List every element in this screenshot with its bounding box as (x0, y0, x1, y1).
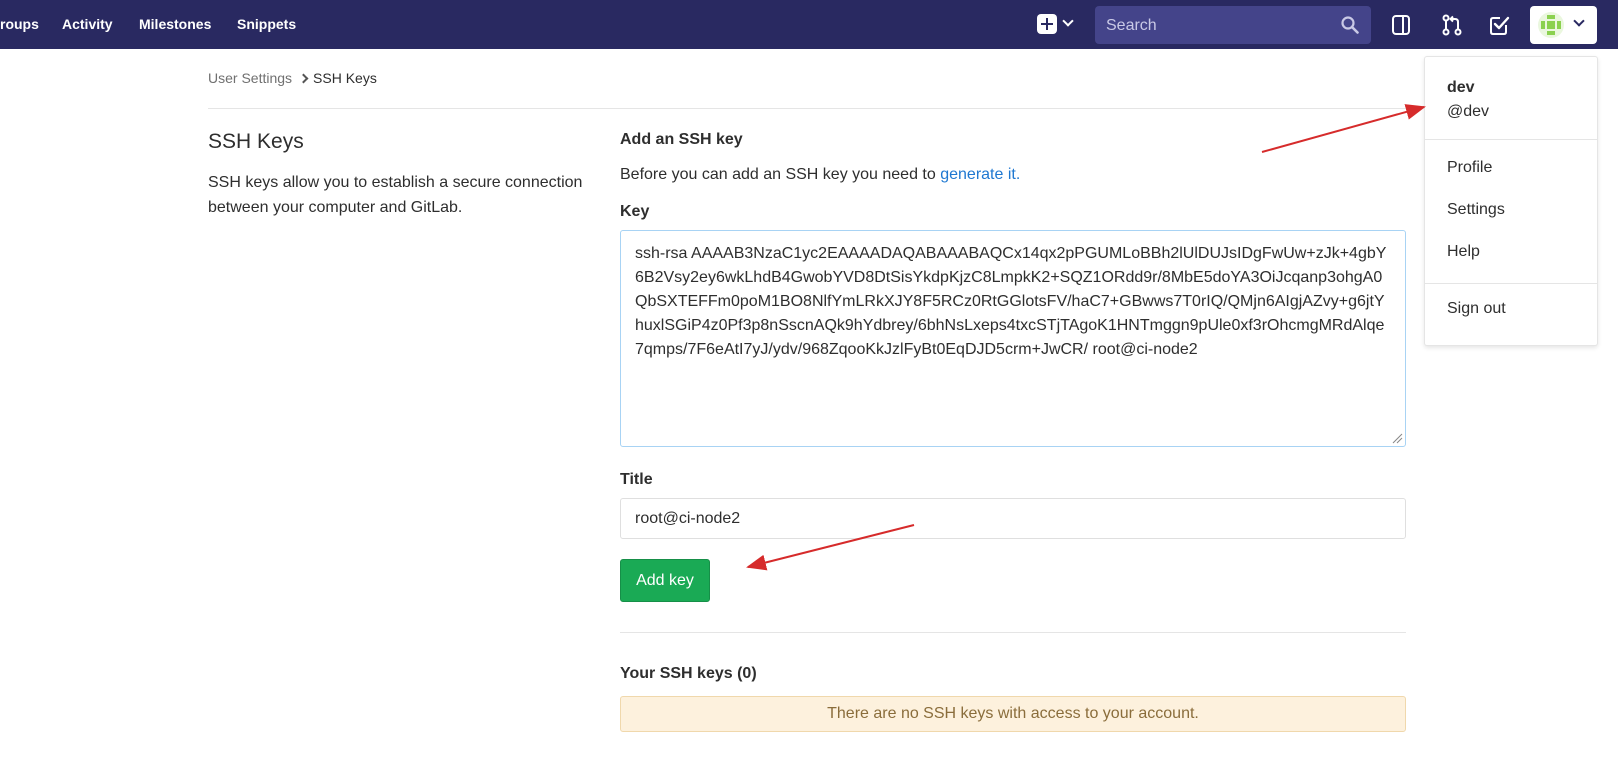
add-key-intro-text: Before you can add an SSH key you need t… (620, 166, 936, 183)
nav-link-activity[interactable]: Activity (62, 16, 113, 32)
breadcrumb-user-settings[interactable]: User Settings (208, 70, 292, 86)
generate-key-link[interactable]: generate it. (940, 166, 1020, 183)
menu-item-settings[interactable]: Settings (1447, 201, 1505, 219)
ssh-keys-list-heading: Your SSH keys (0) (620, 665, 757, 682)
menu-divider (1425, 139, 1597, 140)
title-input-value: root@ci-node2 (635, 510, 741, 527)
resize-handle-icon[interactable] (1391, 432, 1403, 444)
todos-icon[interactable] (1487, 13, 1511, 37)
page-title: SSH Keys (208, 130, 304, 153)
chevron-down-icon (1062, 15, 1074, 27)
chevron-down-icon (1573, 15, 1585, 27)
key-label: Key (620, 203, 650, 220)
merge-request-icon[interactable] (1440, 13, 1464, 37)
title-input[interactable]: root@ci-node2 (620, 498, 1406, 539)
nav-link-milestones[interactable]: Milestones (139, 16, 211, 32)
divider (208, 108, 1408, 109)
search-placeholder: Search (1106, 17, 1157, 34)
issues-icon[interactable] (1389, 13, 1413, 37)
new-item-dropdown-button[interactable] (1037, 13, 1079, 37)
menu-item-sign-out[interactable]: Sign out (1447, 300, 1506, 318)
nav-link-groups[interactable]: roups (0, 16, 39, 32)
add-key-intro: Before you can add an SSH key you need t… (620, 166, 1020, 184)
empty-keys-alert: There are no SSH keys with access to you… (620, 696, 1406, 732)
menu-item-profile[interactable]: Profile (1447, 159, 1492, 177)
avatar (1538, 12, 1564, 38)
search-input[interactable]: Search (1095, 6, 1371, 44)
menu-item-help[interactable]: Help (1447, 243, 1480, 261)
menu-divider (1425, 283, 1597, 284)
key-textarea-value: ssh-rsa AAAAB3NzaC1yc2EAAAADAQABAAABAQCx… (635, 245, 1387, 358)
add-key-heading: Add an SSH key (620, 131, 743, 148)
chevron-right-icon (298, 73, 309, 84)
search-icon (1341, 16, 1359, 34)
key-textarea[interactable]: ssh-rsa AAAAB3NzaC1yc2EAAAADAQABAAABAQCx… (620, 230, 1406, 447)
divider (620, 632, 1406, 633)
user-menu-username: @dev (1447, 103, 1490, 120)
top-navbar: roups Activity Milestones Snippets Searc… (0, 0, 1618, 49)
breadcrumb-current[interactable]: SSH Keys (313, 70, 377, 86)
plus-icon (1037, 14, 1057, 34)
breadcrumb: User Settings SSH Keys (208, 70, 377, 86)
user-dropdown-menu: dev @dev Profile Settings Help Sign out (1424, 56, 1598, 346)
nav-link-snippets[interactable]: Snippets (237, 16, 296, 32)
section-description: SSH keys allow you to establish a secure… (208, 174, 583, 216)
title-label: Title (620, 471, 653, 488)
add-key-button[interactable]: Add key (620, 559, 710, 602)
arrow-to-username (1261, 104, 1426, 153)
user-menu-name: dev (1447, 79, 1475, 96)
user-menu-button[interactable] (1530, 6, 1597, 44)
